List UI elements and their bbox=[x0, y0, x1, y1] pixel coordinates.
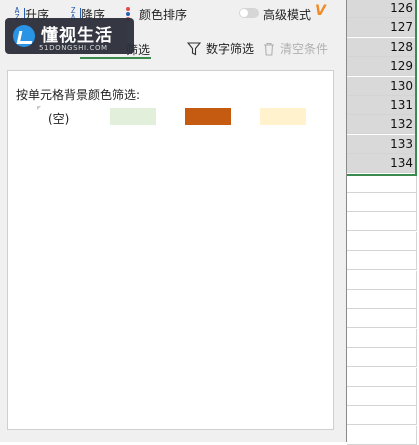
funnel-icon bbox=[187, 41, 201, 55]
sheet-cell[interactable]: 130 bbox=[347, 76, 417, 96]
empty-sheet-cell[interactable] bbox=[347, 328, 417, 348]
blank-color-option[interactable]: (空) bbox=[35, 106, 85, 126]
sheet-cell[interactable]: 132 bbox=[347, 115, 417, 135]
sheet-cell[interactable]: 134 bbox=[347, 154, 417, 174]
clear-filter-button[interactable]: 清空条件 bbox=[263, 40, 328, 57]
color-swatch-orange[interactable] bbox=[185, 108, 231, 125]
logo-subtext: 51DONGSHI.COM bbox=[39, 44, 108, 52]
color-swatch-light-green[interactable] bbox=[110, 108, 156, 125]
color-sort-label: 颜色排序 bbox=[139, 7, 188, 22]
empty-sheet-cell[interactable] bbox=[347, 251, 417, 271]
watermark-logo: 懂视生活 51DONGSHI.COM bbox=[5, 18, 134, 54]
color-filter-box: 按单元格背景颜色筛选: (空) bbox=[7, 70, 334, 430]
empty-sheet-cell[interactable] bbox=[347, 348, 417, 368]
empty-sheet-cell[interactable] bbox=[347, 173, 417, 193]
sheet-cell[interactable]: 127 bbox=[347, 18, 417, 38]
empty-sheet-cell[interactable] bbox=[347, 290, 417, 309]
sheet-cell[interactable]: 129 bbox=[347, 57, 417, 77]
vip-badge-icon: V bbox=[315, 3, 326, 19]
spreadsheet-column: 126 127 128 129 130 131 132 133 134 bbox=[346, 0, 419, 445]
advanced-mode-toggle[interactable] bbox=[239, 8, 259, 18]
empty-sheet-cell[interactable] bbox=[347, 387, 417, 406]
logo-text: 懂视生活 bbox=[41, 26, 113, 46]
empty-sheet-cell[interactable] bbox=[347, 231, 417, 251]
clear-filter-label: 清空条件 bbox=[280, 42, 329, 56]
trash-icon bbox=[264, 42, 274, 56]
blank-color-label: (空) bbox=[48, 112, 70, 126]
empty-sheet-cell[interactable] bbox=[347, 406, 417, 426]
advanced-mode-label: 高级模式 bbox=[263, 8, 312, 22]
selection-border-bottom bbox=[347, 174, 417, 176]
sheet-cell[interactable]: 133 bbox=[347, 134, 417, 154]
color-sort-button[interactable]: 颜色排序 bbox=[125, 5, 187, 23]
selection-border-right bbox=[415, 0, 417, 175]
sheet-cell[interactable]: 126 bbox=[347, 0, 417, 18]
corner-mark-icon bbox=[37, 106, 41, 110]
empty-sheet-cell[interactable] bbox=[347, 270, 417, 290]
number-filter-label: 数字筛选 bbox=[206, 42, 255, 56]
color-filter-title: 按单元格背景颜色筛选: bbox=[16, 88, 141, 102]
sheet-cell[interactable]: 128 bbox=[347, 37, 417, 57]
number-filter-button[interactable]: 数字筛选 bbox=[187, 40, 254, 57]
empty-sheet-cell[interactable] bbox=[347, 367, 417, 387]
logo-mark-icon bbox=[13, 25, 35, 47]
color-swatch-light-yellow[interactable] bbox=[260, 108, 306, 125]
empty-sheet-cell[interactable] bbox=[347, 309, 417, 329]
empty-sheet-cell[interactable] bbox=[347, 212, 417, 232]
empty-sheet-cell[interactable] bbox=[347, 193, 417, 212]
filter-panel: AZ 升序 ZA 降序 颜色排序 高级模式 V 懂视生活 51DONGSHI.C… bbox=[0, 0, 346, 442]
sheet-cell[interactable]: 131 bbox=[347, 96, 417, 115]
